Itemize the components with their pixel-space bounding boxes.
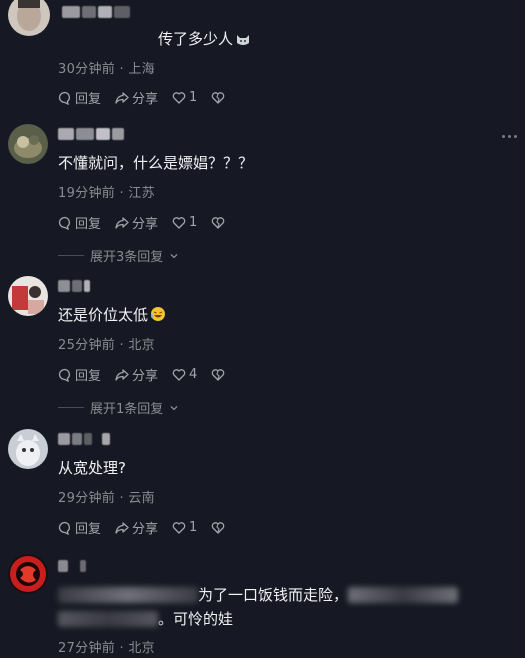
- avatar[interactable]: [8, 0, 50, 36]
- broken-heart-icon: [212, 521, 225, 534]
- cat-emoji-icon: [235, 30, 251, 52]
- expand-replies-button[interactable]: 展开3条回复: [58, 246, 179, 265]
- comment-text: 不懂就问，什么是嫖娼？？？: [58, 154, 254, 172]
- share-icon: [115, 216, 129, 229]
- comment-text: 为了一口饭钱而走险，: [58, 584, 509, 606]
- reply-icon: [58, 91, 70, 105]
- comment-actions: 回复 分享 1: [58, 518, 225, 537]
- share-icon: [115, 91, 129, 104]
- avatar[interactable]: [8, 276, 48, 316]
- reply-icon: [58, 216, 70, 230]
- avatar[interactable]: [8, 124, 48, 164]
- like-button[interactable]: 1: [172, 215, 197, 230]
- comment-text: 传了多少人: [158, 28, 509, 52]
- share-button[interactable]: 分享: [115, 518, 158, 537]
- heart-icon: [172, 91, 186, 104]
- chevron-down-icon: [170, 253, 178, 258]
- reply-icon: [58, 368, 70, 382]
- username[interactable]: [58, 128, 124, 142]
- username[interactable]: [58, 280, 90, 294]
- heart-icon: [172, 521, 186, 534]
- divider: [58, 407, 84, 408]
- like-button[interactable]: 4: [172, 367, 197, 382]
- username[interactable]: [58, 433, 110, 447]
- avatar[interactable]: [8, 554, 48, 594]
- like-button[interactable]: 1: [172, 520, 197, 535]
- reply-button[interactable]: 回复: [58, 518, 101, 537]
- heart-icon: [172, 216, 186, 229]
- dislike-button[interactable]: [211, 91, 225, 105]
- comment-meta: 19分钟前 · 江苏: [58, 186, 155, 201]
- share-button[interactable]: 分享: [115, 213, 158, 232]
- broken-heart-icon: [212, 216, 225, 229]
- dislike-button[interactable]: [211, 521, 225, 535]
- broken-heart-icon: [212, 368, 225, 381]
- reply-button[interactable]: 回复: [58, 88, 101, 107]
- comment-actions: 回复 分享 1: [58, 88, 225, 107]
- reply-button[interactable]: 回复: [58, 213, 101, 232]
- comment-actions: 回复 分享 4: [58, 365, 225, 384]
- comment-meta: 25分钟前 · 北京: [58, 338, 155, 353]
- reply-button[interactable]: 回复: [58, 365, 101, 384]
- share-button[interactable]: 分享: [115, 88, 158, 107]
- like-button[interactable]: 1: [172, 90, 197, 105]
- heart-icon: [172, 368, 186, 381]
- share-button[interactable]: 分享: [115, 365, 158, 384]
- comment-text: 还是价位太低: [58, 304, 509, 328]
- divider: [58, 255, 84, 256]
- more-options-icon[interactable]: [502, 135, 517, 138]
- comment-meta: 29分钟前 · 云南: [58, 491, 155, 506]
- blurred-text: [348, 587, 459, 603]
- username[interactable]: [62, 6, 130, 20]
- avatar[interactable]: [8, 429, 48, 469]
- share-icon: [115, 521, 129, 534]
- username[interactable]: [58, 560, 86, 574]
- share-icon: [115, 368, 129, 381]
- broken-heart-icon: [212, 91, 225, 104]
- comment-meta: 30分钟前 · 上海: [58, 62, 155, 77]
- dislike-button[interactable]: [211, 216, 225, 230]
- comment-text-line2: 。可怜的娃: [58, 608, 509, 630]
- blurred-text: [58, 587, 198, 603]
- comment-actions: 回复 分享 1: [58, 213, 225, 232]
- blurred-text: [58, 611, 158, 627]
- laughing-crying-emoji-icon: [150, 306, 166, 328]
- expand-replies-button[interactable]: 展开1条回复: [58, 398, 179, 417]
- chevron-down-icon: [170, 405, 178, 410]
- comment-text: 从宽处理?: [58, 459, 126, 477]
- reply-icon: [58, 521, 70, 535]
- dislike-button[interactable]: [211, 368, 225, 382]
- comment-meta: 27分钟前 · 北京: [58, 641, 155, 656]
